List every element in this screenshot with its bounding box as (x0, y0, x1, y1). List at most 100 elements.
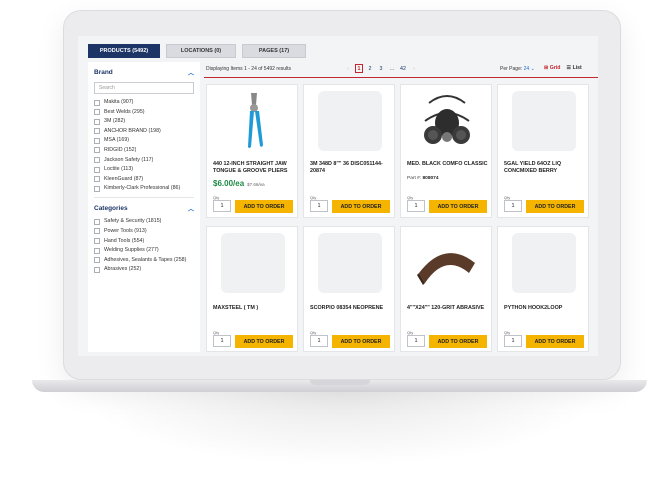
brand-filter-item[interactable]: KleenGuard (87) (94, 176, 194, 183)
qty-input[interactable]: 1 (213, 200, 231, 212)
prev-page-button[interactable]: ‹ (344, 64, 352, 73)
page-1-button[interactable]: 1 (355, 64, 363, 73)
add-to-order-button[interactable]: ADD TO ORDER (235, 335, 293, 348)
product-title[interactable]: SCORPIO 08354 NEOPRENE (310, 305, 394, 312)
per-page-value: 24 ⌄ (523, 66, 535, 72)
product-image[interactable] (415, 91, 479, 151)
product-title[interactable]: 440 12-INCH STRAIGHT JAW TONGUE & GROOVE… (213, 161, 297, 175)
category-filter-item[interactable]: Safety & Security (1815) (94, 218, 194, 225)
qty-input[interactable]: 1 (310, 200, 328, 212)
brand-filter-item[interactable]: 3M (282) (94, 118, 194, 125)
checkbox[interactable] (94, 128, 100, 135)
checkbox[interactable] (94, 147, 100, 154)
brand-filter-item-label: Jackson Safety (117) (104, 156, 154, 163)
category-filter-item[interactable]: Adhesives, Sealants & Tapes (258) (94, 257, 194, 264)
product-card: MAXSTEEL ( TM ) Qty 1 ADD TO ORDER (206, 226, 298, 352)
category-filter-item[interactable]: Hand Tools (554) (94, 238, 194, 245)
brand-filter-item-label: Loctite (113) (104, 166, 134, 173)
product-price: $6.00/ea $7.66/ea (213, 179, 265, 188)
product-image[interactable] (318, 233, 382, 293)
toolbar-rule (204, 77, 598, 78)
add-to-order-button[interactable]: ADD TO ORDER (526, 200, 584, 213)
checkbox[interactable] (94, 157, 100, 164)
add-to-order-button[interactable]: ADD TO ORDER (332, 200, 390, 213)
brand-filter-item[interactable]: RIDGID (152) (94, 147, 194, 154)
brand-filter-item[interactable]: Best Welds (295) (94, 109, 194, 116)
screen: PRODUCTS (5492) LOCATIONS (0) PAGES (17)… (78, 36, 598, 356)
list-view-button[interactable]: ☰ List (566, 65, 581, 71)
product-image[interactable] (221, 233, 285, 293)
category-filter-item-label: Hand Tools (554) (104, 237, 145, 244)
categories-header[interactable]: Categories ︿ (94, 204, 194, 213)
brand-filter-item-label: RIDGID (152) (104, 146, 137, 153)
checkbox[interactable] (94, 118, 100, 125)
checkbox[interactable] (94, 257, 100, 264)
checkbox[interactable] (94, 266, 100, 273)
page-42-button[interactable]: 42 (399, 64, 407, 73)
product-title[interactable]: MED. BLACK COMFO CLASSIC (407, 161, 491, 168)
add-to-order-button[interactable]: ADD TO ORDER (332, 335, 390, 348)
product-card: 5GAL YIELD 64OZ LIQ CONCMIXED BERRY Qty 1 A… (497, 84, 589, 218)
add-to-order-button[interactable]: ADD TO ORDER (429, 200, 487, 213)
qty-input[interactable]: 1 (407, 335, 425, 347)
product-title[interactable]: MAXSTEEL ( TM ) (213, 305, 297, 312)
add-to-order-button[interactable]: ADD TO ORDER (526, 335, 584, 348)
page-3-button[interactable]: 3 (377, 64, 385, 73)
qty-input[interactable]: 1 (213, 335, 231, 347)
product-card: SCORPIO 08354 NEOPRENE Qty 1 ADD TO ORDER (303, 226, 395, 352)
chevron-up-icon[interactable]: ︿ (188, 68, 194, 77)
category-filter-item-label: Adhesives, Sealants & Tapes (258) (104, 256, 187, 263)
product-image[interactable] (415, 233, 479, 293)
brand-list: Makita (907) Best Welds (295) 3M (282) ANCH… (94, 99, 194, 192)
product-image[interactable] (512, 233, 576, 293)
category-filter-item[interactable]: Welding Supplies (277) (94, 247, 194, 254)
brand-filter-item[interactable]: Kimberly-Clark Professional (86) (94, 185, 194, 192)
product-title[interactable]: 4""X24"" 120-GRIT ABRASIVE (407, 305, 491, 312)
divider (94, 197, 194, 199)
grid-view-button[interactable]: ⊞ Grid (544, 65, 560, 71)
brand-filter-item[interactable]: Loctite (113) (94, 166, 194, 173)
checkbox[interactable] (94, 176, 100, 183)
add-to-order-button[interactable]: ADD TO ORDER (235, 200, 293, 213)
checkbox[interactable] (94, 185, 100, 192)
product-card: 4""X24"" 120-GRIT ABRASIVE Qty 1 ADD TO ORD… (400, 226, 492, 352)
tab-pages[interactable]: PAGES (17) (242, 44, 306, 58)
checkbox[interactable] (94, 238, 100, 245)
next-page-button[interactable]: › (410, 64, 418, 73)
category-filter-item[interactable]: Abrasives (252) (94, 266, 194, 273)
brand-header[interactable]: Brand ︿ (94, 68, 194, 77)
tab-products[interactable]: PRODUCTS (5492) (88, 44, 160, 58)
product-title[interactable]: 3M 348D 8"" 36 DISC051144-20874 (310, 161, 394, 175)
chevron-up-icon[interactable]: ︿ (188, 204, 194, 213)
product-image[interactable] (318, 91, 382, 151)
shadow (60, 392, 620, 472)
checkbox[interactable] (94, 99, 100, 106)
brand-search-input[interactable]: Search (94, 82, 194, 94)
qty-input[interactable]: 1 (504, 335, 522, 347)
brand-filter-item[interactable]: Jackson Safety (117) (94, 157, 194, 164)
brand-filter-item[interactable]: ANCHOR BRAND (198) (94, 128, 194, 135)
per-page-select[interactable]: Per Page: 24 ⌄ (500, 66, 535, 72)
results-toolbar: Displaying Items 1 - 24 of 5492 results … (204, 62, 598, 78)
brand-filter-item-label: Kimberly-Clark Professional (86) (104, 185, 181, 192)
brand-filter-item[interactable]: Makita (907) (94, 99, 194, 106)
page-2-button[interactable]: 2 (366, 64, 374, 73)
original-price: $7.66/ea (247, 182, 265, 187)
checkbox[interactable] (94, 137, 100, 144)
product-image[interactable] (221, 91, 285, 151)
checkbox[interactable] (94, 228, 100, 235)
brand-filter-item[interactable]: MSA (169) (94, 137, 194, 144)
checkbox[interactable] (94, 218, 100, 225)
product-image[interactable] (512, 91, 576, 151)
add-to-order-button[interactable]: ADD TO ORDER (429, 335, 487, 348)
category-filter-item[interactable]: Power Tools (913) (94, 228, 194, 235)
qty-input[interactable]: 1 (310, 335, 328, 347)
checkbox[interactable] (94, 247, 100, 254)
product-title[interactable]: 5GAL YIELD 64OZ LIQ CONCMIXED BERRY (504, 161, 588, 175)
tab-locations[interactable]: LOCATIONS (0) (166, 44, 236, 58)
checkbox[interactable] (94, 109, 100, 116)
qty-input[interactable]: 1 (504, 200, 522, 212)
checkbox[interactable] (94, 166, 100, 173)
product-title[interactable]: PYTHON HOOK2LOOP (504, 305, 588, 312)
qty-input[interactable]: 1 (407, 200, 425, 212)
